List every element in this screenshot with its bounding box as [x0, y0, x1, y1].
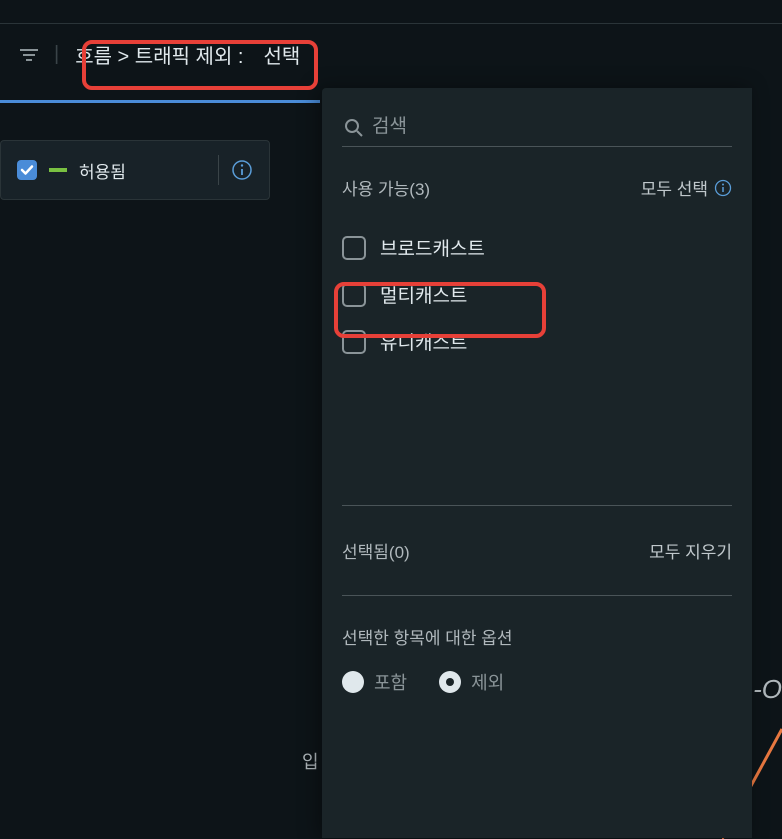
- radio-selected[interactable]: [439, 671, 461, 693]
- checkbox-checked-icon[interactable]: [17, 160, 37, 180]
- checkbox-item-multicast[interactable]: 멀티캐스트: [342, 271, 732, 318]
- available-title: 사용 가능(3): [342, 175, 430, 200]
- options-title: 선택한 항목에 대한 옵션: [342, 624, 732, 649]
- checkbox-label: 멀티캐스트: [380, 281, 467, 308]
- dropdown-panel: 사용 가능(3) 모두 선택 브로드캐스트 멀티캐스트 유니캐스트 선택됨(0): [322, 88, 752, 838]
- clear-all-label: 모두 지우기: [649, 538, 732, 563]
- search-input[interactable]: [342, 108, 732, 147]
- checkbox-label: 유니캐스트: [380, 328, 467, 355]
- selected-section-header: 선택됨(0) 모두 지우기: [342, 538, 732, 563]
- info-icon[interactable]: [714, 179, 732, 197]
- checkbox-item-unicast[interactable]: 유니캐스트: [342, 318, 732, 365]
- breadcrumb-selection[interactable]: 선택: [263, 40, 300, 69]
- breadcrumb-bar: | 흐름 > 트래픽 제외 : 선택: [0, 24, 782, 85]
- radio-inner-dot: [446, 678, 454, 686]
- info-icon[interactable]: [231, 159, 253, 181]
- radio-item-exclude[interactable]: 제외: [439, 669, 504, 695]
- checkbox-label: 브로드캐스트: [380, 234, 485, 261]
- top-bar: [0, 0, 782, 24]
- available-section-header: 사용 가능(3) 모두 선택: [342, 175, 732, 200]
- color-indicator-green: [49, 168, 67, 172]
- select-all-label: 모두 선택: [641, 175, 708, 200]
- select-all-button[interactable]: 모두 선택: [641, 175, 732, 200]
- checkbox-unchecked[interactable]: [342, 236, 366, 260]
- background-partial-text: 입: [302, 748, 320, 776]
- filter-tag-allowed[interactable]: 허용됨: [0, 140, 270, 200]
- checkbox-unchecked[interactable]: [342, 283, 366, 307]
- filter-icon[interactable]: [20, 48, 38, 62]
- radio-label: 포함: [374, 669, 407, 695]
- checkbox-item-broadcast[interactable]: 브로드캐스트: [342, 224, 732, 271]
- panel-divider: [342, 505, 732, 506]
- radio-group: 포함 제외: [342, 669, 732, 695]
- radio-item-include[interactable]: 포함: [342, 669, 407, 695]
- search-wrapper: [342, 108, 732, 147]
- radio-unselected[interactable]: [342, 671, 364, 693]
- tab-underline: [0, 100, 320, 103]
- radio-label: 제외: [471, 669, 504, 695]
- divider: [218, 155, 219, 185]
- separator: |: [54, 43, 59, 66]
- panel-divider: [342, 595, 732, 596]
- selected-title: 선택됨(0): [342, 538, 410, 563]
- filter-tag-label: 허용됨: [79, 158, 206, 183]
- clear-all-button[interactable]: 모두 지우기: [649, 538, 732, 563]
- breadcrumb-path: 흐름 > 트래픽 제외 :: [75, 40, 243, 69]
- checkbox-unchecked[interactable]: [342, 330, 366, 354]
